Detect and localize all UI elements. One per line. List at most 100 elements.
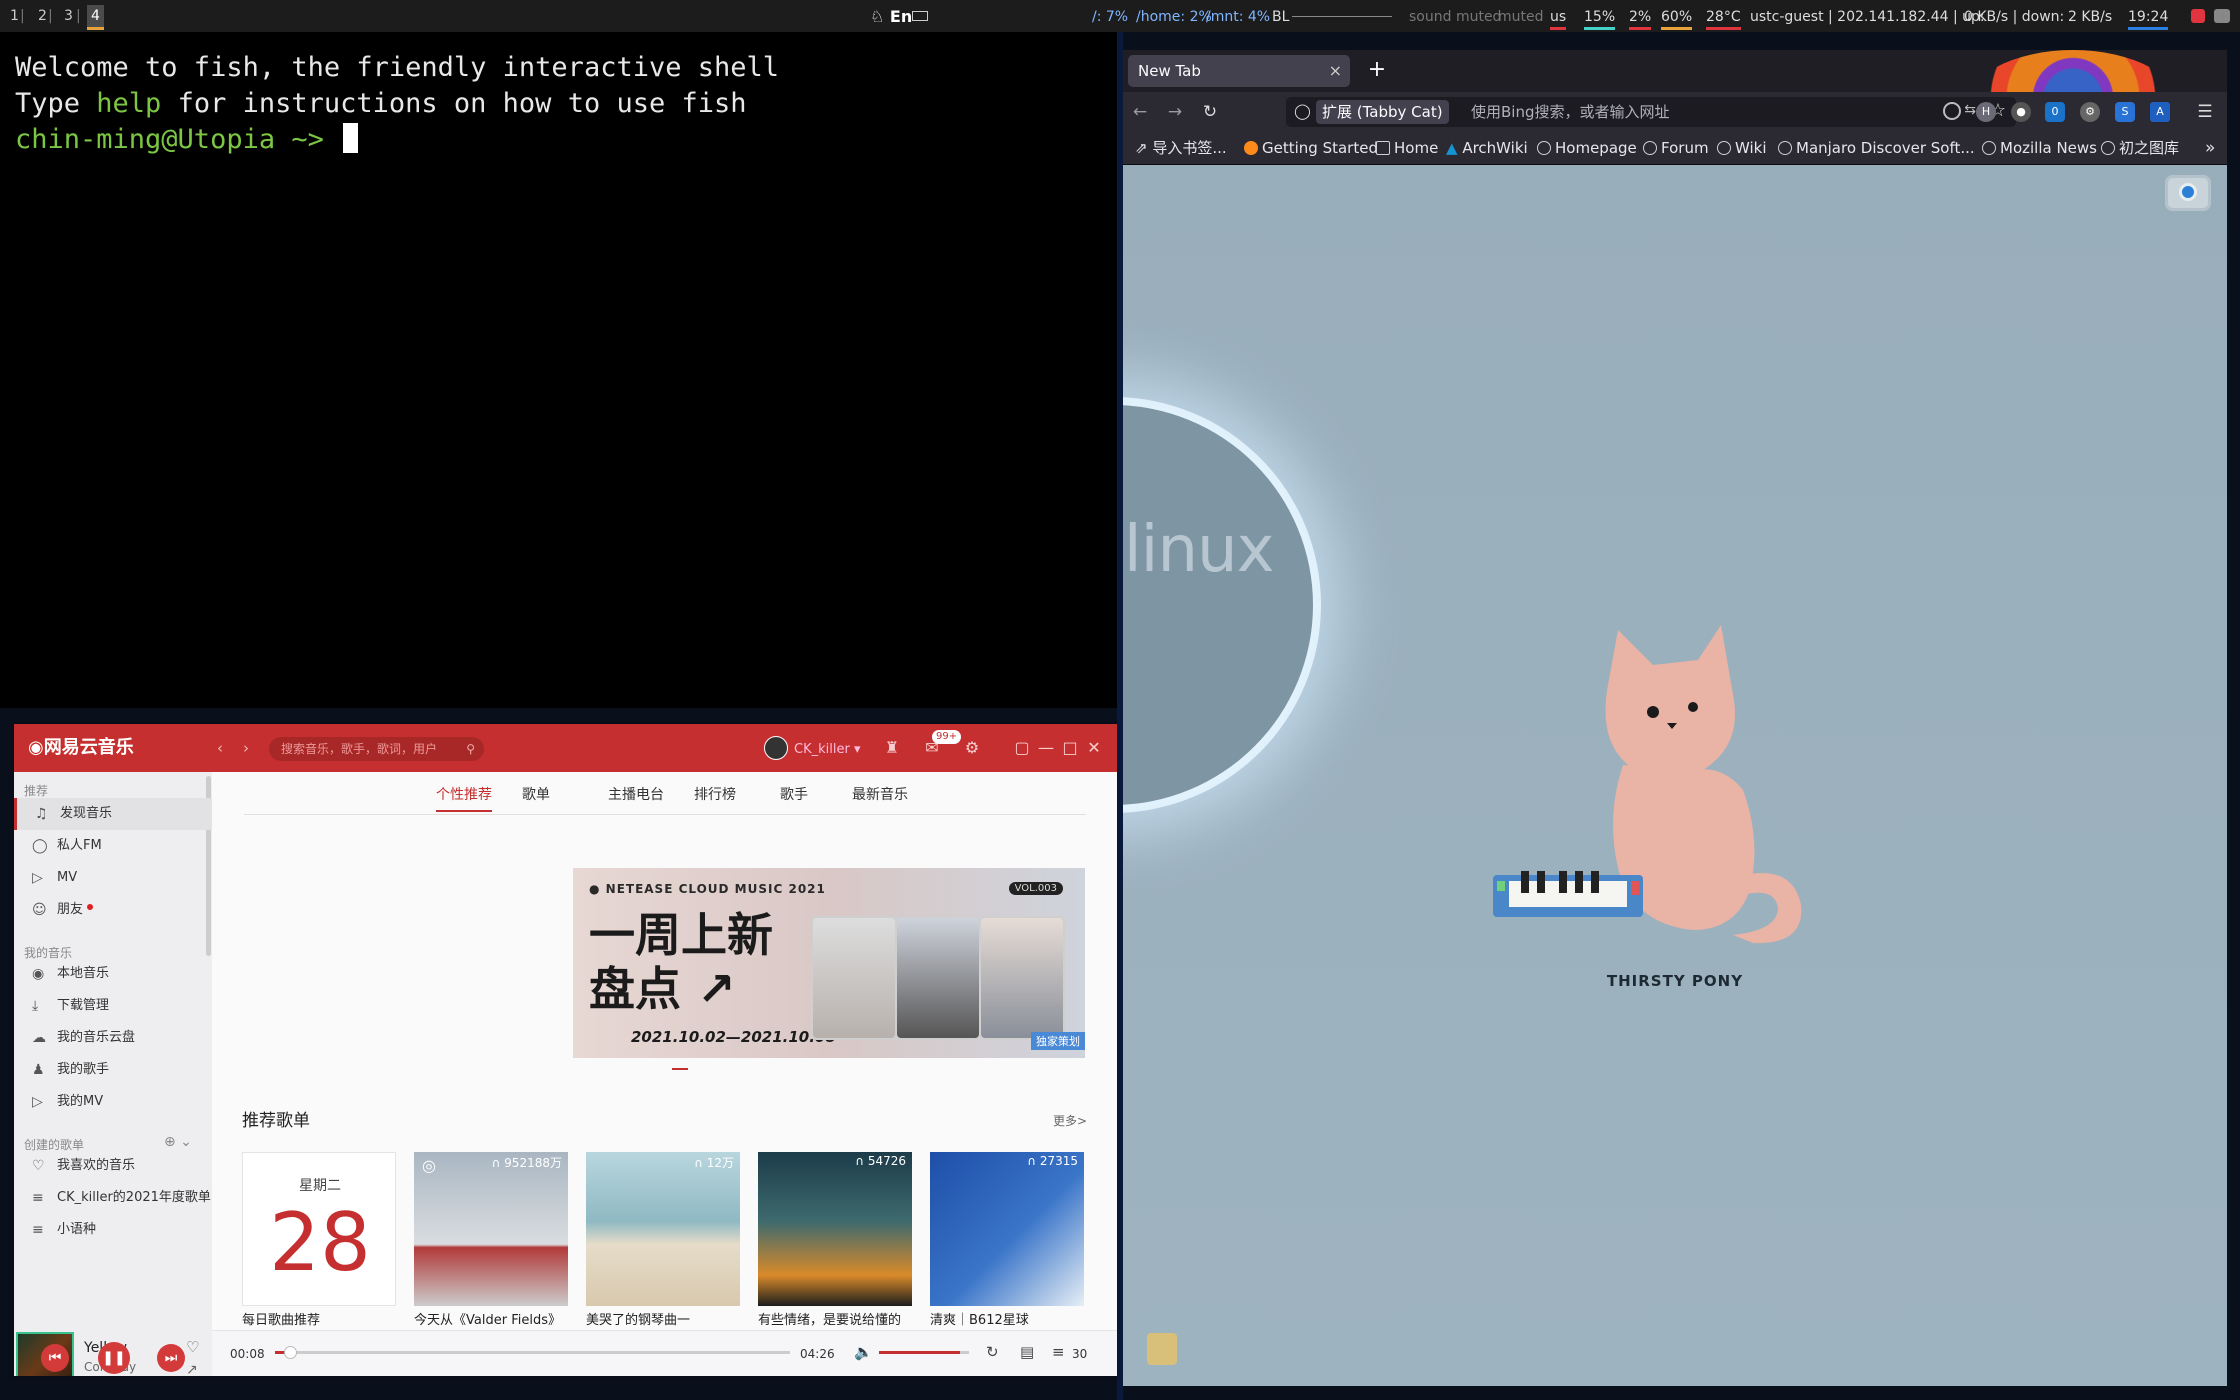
tab-new-tab[interactable]: New Tab × <box>1128 55 1350 87</box>
more-bookmarks-icon[interactable]: » <box>2205 132 2215 164</box>
extension-s-icon[interactable]: S <box>2115 102 2135 122</box>
forward-arrow-icon[interactable]: → <box>1161 98 1189 126</box>
minimize-icon[interactable]: — <box>1034 736 1058 760</box>
bookmark-forum[interactable]: Forum <box>1643 132 1709 164</box>
skin-icon[interactable]: ♜ <box>880 736 904 760</box>
bookmark-image-library[interactable]: 初之图库 <box>2101 132 2179 164</box>
translate-icon[interactable]: ⇆ <box>1964 102 1976 118</box>
bookmark-wiki[interactable]: Wiki <box>1717 132 1767 164</box>
playlist-caption[interactable]: 清爽｜B612星球 <box>930 1312 1084 1330</box>
next-track-icon[interactable]: ⏭ <box>157 1344 185 1372</box>
browser-window[interactable]: New Tab × + ← → ↻ ◯ 扩展 (Tabby Cat) 使用Bin… <box>1123 50 2227 1386</box>
previous-track-icon[interactable]: ⏮ <box>41 1344 69 1372</box>
sidebar-item-my-mv[interactable]: ▷ 我的MV <box>14 1086 212 1118</box>
sidebar-item-mv[interactable]: ▷ MV <box>14 862 212 894</box>
maximize-icon[interactable]: □ <box>1058 736 1082 760</box>
bookmark-archwiki[interactable]: ▲ ArchWiki <box>1446 132 1528 164</box>
playlist-card[interactable]: ∩ 12万 美哭了的钢琴曲一 <box>586 1152 740 1330</box>
daily-calendar[interactable]: 星期二 28 <box>242 1152 396 1306</box>
lyrics-icon[interactable]: ▤ <box>1020 1343 1034 1361</box>
progress-slider[interactable] <box>275 1346 790 1359</box>
add-playlist-icon[interactable]: ⊕ ⌄ <box>164 1134 192 1150</box>
sidebar-item-yearly-playlist[interactable]: ≡ CK_killer的2021年度歌单 <box>14 1182 212 1214</box>
input-method-indicator[interactable]: ♘ En <box>870 7 912 27</box>
bookmark-getting-started[interactable]: Getting Started <box>1244 132 1378 164</box>
more-link[interactable]: 更多> <box>1053 1112 1087 1129</box>
extension-h-icon[interactable]: H <box>1976 102 1996 122</box>
sidebar-item-minor-languages[interactable]: ≡ 小语种 <box>14 1214 212 1246</box>
pocket-icon[interactable] <box>1943 102 1961 120</box>
playlist-caption[interactable]: 每日歌曲推荐 <box>242 1312 396 1330</box>
netease-logo[interactable]: ◉网易云音乐 <box>28 724 134 772</box>
sidebar-item-downloads[interactable]: ⤓ 下载管理 <box>14 990 212 1022</box>
playlist-card-daily[interactable]: 星期二 28 每日歌曲推荐 <box>242 1152 396 1330</box>
terminal-prompt-line[interactable]: chin-ming@Utopia ~> <box>15 122 1102 158</box>
forward-arrow-icon[interactable]: › <box>236 738 256 758</box>
extension-gear-icon[interactable]: ⚙ <box>2080 102 2100 122</box>
sidebar-item-friends[interactable]: ☺ 朋友 <box>14 894 212 926</box>
menu-icon[interactable]: ☰ <box>2191 98 2219 126</box>
tab-personal-recommend[interactable]: 个性推荐 <box>436 784 492 812</box>
sidebar-item-artists[interactable]: ♟ 我的歌手 <box>14 1054 212 1086</box>
workspace-3[interactable]: 3 <box>64 5 73 27</box>
tab-new-music[interactable]: 最新音乐 <box>852 784 908 804</box>
playlist-card[interactable]: ∩ 27315 清爽｜B612星球 <box>930 1152 1084 1330</box>
bookmark-mozilla-news[interactable]: Mozilla News <box>1982 132 2097 164</box>
netease-music-window[interactable]: ◉网易云音乐 ‹ › 搜索音乐，歌手，歌词，用户 ⚲ CK_killer ▾ ♜… <box>14 724 1117 1376</box>
settings-gear-icon[interactable]: ⚙ <box>960 736 984 760</box>
shopping-bag-icon[interactable] <box>1147 1333 1177 1365</box>
back-arrow-icon[interactable]: ← <box>1126 98 1154 126</box>
url-bar[interactable]: ◯ 扩展 (Tabby Cat) 使用Bing搜索，或者输入网址 ⇆ ☆ <box>1286 97 2016 127</box>
bookmark-import[interactable]: ⇗ 导入书签... <box>1135 132 1227 164</box>
close-tab-icon[interactable]: × <box>1329 55 1342 87</box>
extension-badge[interactable]: 扩展 (Tabby Cat) <box>1316 100 1449 124</box>
workspace-1[interactable]: 1 <box>10 5 19 27</box>
music-search-input[interactable]: 搜索音乐，歌手，歌词，用户 ⚲ <box>269 737 484 761</box>
workspace-4[interactable]: 4 <box>87 5 104 30</box>
sidebar-item-liked[interactable]: ♡ 我喜欢的音乐 <box>14 1150 212 1182</box>
pause-icon[interactable]: ❚❚ <box>98 1342 130 1374</box>
volume-icon[interactable]: 🔈 <box>854 1343 873 1361</box>
shield-icon[interactable]: ◯ <box>1294 102 1311 120</box>
tab-radio[interactable]: 主播电台 <box>608 784 664 804</box>
search-icon[interactable]: ⚲ <box>466 737 475 761</box>
sidebar-item-fm[interactable]: ◯ 私人FM <box>14 830 212 862</box>
progress-knob[interactable] <box>284 1346 298 1359</box>
extension-translate-icon[interactable]: A <box>2150 102 2170 122</box>
playlist-cover[interactable]: ∩ 12万 <box>586 1152 740 1306</box>
extension-counter-icon[interactable]: 0 <box>2045 102 2065 122</box>
sidebar-item-discover[interactable]: ♫ 发现音乐 <box>14 798 215 830</box>
bookmark-manjaro-discover[interactable]: Manjaro Discover Soft... <box>1778 132 1975 164</box>
playlist-cover[interactable]: ∩ 27315 <box>930 1152 1084 1306</box>
close-icon[interactable]: ✕ <box>1082 736 1106 760</box>
reload-icon[interactable]: ↻ <box>1196 98 1224 126</box>
playlist-card[interactable]: ∩ 54726 有些情绪，是要说给懂的人听 <box>758 1152 912 1348</box>
playlist-cover[interactable]: ∩ 54726 <box>758 1152 912 1306</box>
new-tab-button[interactable]: + <box>1361 55 1393 87</box>
url-input[interactable]: 使用Bing搜索，或者输入网址 <box>1471 97 1670 127</box>
terminal-window[interactable]: Welcome to fish, the friendly interactiv… <box>0 32 1117 708</box>
back-arrow-icon[interactable]: ‹ <box>210 738 230 758</box>
sidebar-item-cloud[interactable]: ☁ 我的音乐云盘 <box>14 1022 212 1054</box>
playlist-card[interactable]: ∩ 952188万◎ 今天从《Valder Fields》听起|私人雷达 <box>414 1152 568 1348</box>
bookmark-home[interactable]: Home <box>1376 132 1438 164</box>
playlist-cover[interactable]: ∩ 952188万 ◎ <box>414 1152 568 1306</box>
playlist-caption[interactable]: 美哭了的钢琴曲一 <box>586 1312 740 1330</box>
mini-mode-icon[interactable]: ▢ <box>1010 736 1034 760</box>
sidebar-item-local[interactable]: ◉ 本地音乐 <box>14 958 212 990</box>
screenshot-tray-icon[interactable] <box>2214 9 2230 23</box>
playlist-queue-icon[interactable]: ≡ <box>1052 1343 1065 1361</box>
loop-icon[interactable]: ↻ <box>986 1343 999 1361</box>
camera-icon[interactable] <box>2165 175 2211 211</box>
promo-banner[interactable]: ● NETEASE CLOUD MUSIC 2021 一周上新 盘点 ↗ 2021… <box>573 868 1085 1058</box>
tab-playlists[interactable]: 歌单 <box>522 784 550 804</box>
user-menu[interactable]: CK_killer ▾ <box>764 736 860 762</box>
tab-charts[interactable]: 排行榜 <box>694 784 736 804</box>
bookmark-homepage[interactable]: Homepage <box>1537 132 1637 164</box>
tab-artists[interactable]: 歌手 <box>780 784 808 804</box>
banner-indicator[interactable] <box>672 1068 688 1070</box>
backlight-slider[interactable] <box>1292 16 1392 17</box>
volume-slider[interactable] <box>879 1351 969 1354</box>
netease-tray-icon[interactable] <box>2191 9 2205 23</box>
extension-ghost-icon[interactable]: ● <box>2011 102 2031 122</box>
